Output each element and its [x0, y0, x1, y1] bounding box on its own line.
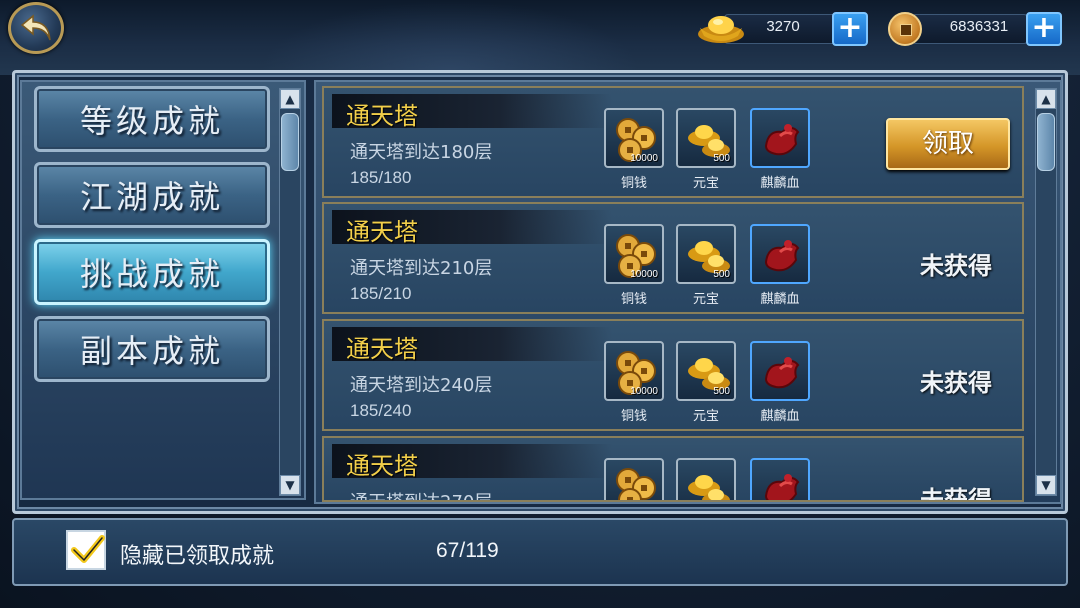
scroll-thumb[interactable]	[281, 113, 299, 171]
achievement-title: 通天塔	[346, 218, 418, 246]
back-arrow-icon	[20, 14, 51, 41]
copper-coin-icon	[888, 12, 922, 46]
not-obtained-status: 未获得	[920, 369, 992, 397]
achievement-description: 通天塔到达210层	[350, 258, 493, 279]
reward-slot[interactable]: 10000	[604, 458, 664, 500]
claim-button[interactable]: 领取	[886, 118, 1010, 170]
reward-quantity: 500	[713, 269, 730, 280]
reward-quantity: 500	[713, 386, 730, 397]
reward-quantity: 10000	[630, 386, 658, 397]
reward-label: 铜钱	[620, 176, 647, 191]
achievement-row: 通天塔通天塔到达210层 185/210 10000 铜钱 500 元宝 麒麟血 未获得	[322, 202, 1024, 314]
achievement-description: 通天塔到达270层	[350, 488, 492, 500]
achievement-title: 通天塔	[346, 102, 418, 130]
add-ingot-button[interactable]: +	[832, 12, 868, 46]
not-obtained-status: 未获得	[920, 486, 992, 502]
hide-claimed-label: 隐藏已领取成就	[120, 544, 275, 569]
reward-slot[interactable]: 10000	[604, 108, 664, 168]
scroll-down-icon[interactable]: ▼	[280, 475, 300, 495]
achievement-row: 通天塔通天塔到达270层10000铜钱500元宝麒麟血未获得	[322, 436, 1024, 502]
achievement-progress: 185/240	[350, 401, 412, 420]
achievement-description: 通天塔到达240层	[350, 375, 493, 396]
reward-label: 元宝	[692, 176, 719, 191]
reward-slot[interactable]: 500	[676, 458, 736, 500]
tab-level-achievements[interactable]: 等级成就	[34, 86, 270, 152]
reward-label: 元宝	[692, 292, 719, 307]
reward-label: 元宝	[692, 409, 719, 424]
reward-quantity: 10000	[630, 269, 658, 280]
category-scrollbar[interactable]: ▲ ▼	[279, 88, 301, 496]
reward-quantity: 500	[713, 153, 730, 164]
scroll-up-icon[interactable]: ▲	[1036, 89, 1056, 109]
ingot-amount: 3270	[766, 18, 800, 35]
coin-currency: 6836331 +	[888, 10, 1064, 46]
reward-label: 铜钱	[620, 292, 647, 307]
back-button[interactable]	[8, 2, 64, 54]
reward-slot[interactable]: 500	[676, 224, 736, 284]
achievement-description: 通天塔到达180层	[350, 142, 493, 163]
achievement-progress: 185/210	[350, 284, 412, 303]
achievement-progress: 185/180	[350, 168, 412, 187]
reward-quantity: 10000	[630, 153, 658, 164]
scroll-down-icon[interactable]: ▼	[1036, 475, 1056, 495]
scroll-up-icon[interactable]: ▲	[280, 89, 300, 109]
reward-slot[interactable]	[750, 458, 810, 500]
reward-label: 麒麟血	[760, 292, 800, 307]
achievement-scrollbar[interactable]: ▲ ▼	[1035, 88, 1057, 496]
achievement-title: 通天塔	[346, 452, 418, 480]
scroll-thumb[interactable]	[1037, 113, 1055, 171]
checkmark-icon	[71, 535, 105, 563]
reward-label: 麒麟血	[760, 409, 800, 424]
reward-slot[interactable]	[750, 224, 810, 284]
achievement-row: 通天塔通天塔到达180层 185/180 10000 铜钱 500 元宝 麒麟血 领取	[322, 86, 1024, 198]
not-obtained-status: 未获得	[920, 252, 992, 280]
tab-jianghu-achievements[interactable]: 江湖成就	[34, 162, 270, 228]
reward-slot[interactable]: 10000	[604, 341, 664, 401]
coin-amount: 6836331	[949, 18, 1009, 35]
reward-label: 铜钱	[620, 409, 647, 424]
achievement-count: 67/119	[436, 539, 499, 562]
reward-slot[interactable]: 10000	[604, 224, 664, 284]
gold-ingot-icon	[698, 16, 744, 43]
achievement-row: 通天塔通天塔到达240层 185/240 10000 铜钱 500 元宝 麒麟血 未获得	[322, 319, 1024, 431]
reward-slot[interactable]	[750, 108, 810, 168]
add-coin-button[interactable]: +	[1026, 12, 1062, 46]
reward-slot[interactable]: 500	[676, 341, 736, 401]
reward-slot[interactable]	[750, 341, 810, 401]
hide-claimed-checkbox[interactable]	[66, 530, 106, 570]
tab-dungeon-achievements[interactable]: 副本成就	[34, 316, 270, 382]
achievement-title: 通天塔	[346, 335, 418, 363]
tab-challenge-achievements[interactable]: 挑战成就	[34, 239, 270, 305]
reward-label: 麒麟血	[760, 176, 800, 191]
reward-slot[interactable]: 500	[676, 108, 736, 168]
